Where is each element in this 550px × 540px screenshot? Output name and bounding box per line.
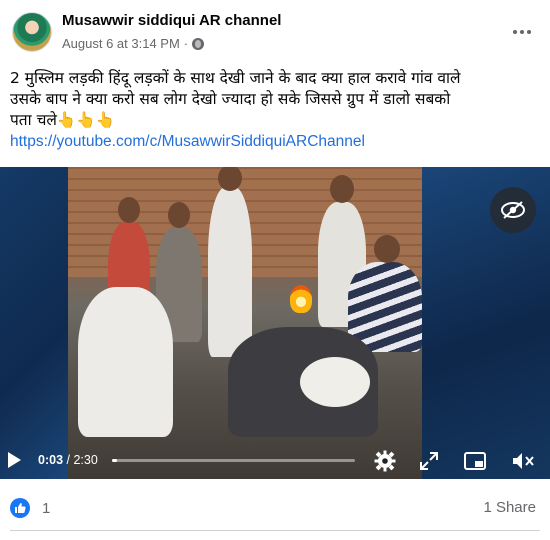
post-text: 2 मुस्लिम लड़की हिंदू लड़कों के साथ देखी…: [10, 68, 542, 131]
reactions-summary[interactable]: 1: [10, 498, 50, 518]
video-figure-head: [330, 175, 354, 203]
like-icon: [10, 498, 30, 518]
post-header: Musawwir siddiqui AR channel August 6 at…: [0, 0, 550, 64]
video-time: 0:03 / 2:30: [38, 453, 98, 467]
like-count: 1: [42, 499, 51, 517]
picture-in-picture-icon[interactable]: [462, 448, 488, 474]
video-background-left: [0, 167, 68, 479]
post-meta: August 6 at 3:14 PM ·: [62, 36, 205, 51]
globe-icon: [192, 37, 205, 50]
author-name[interactable]: Musawwir siddiqui AR channel: [62, 12, 281, 29]
video-fire: [290, 285, 312, 313]
timestamp[interactable]: August 6 at 3:14 PM: [62, 36, 180, 51]
video-figure: [208, 187, 252, 357]
facebook-post: Musawwir siddiqui AR channel August 6 at…: [0, 0, 550, 540]
video-figure: [78, 287, 173, 437]
eye-hidden-icon[interactable]: [490, 187, 536, 233]
video-figure-head: [168, 202, 190, 228]
video-player[interactable]: 0:03 / 2:30: [0, 167, 550, 479]
video-figure-head: [374, 235, 400, 263]
video-figure-head: [118, 197, 140, 223]
video-progress-bar[interactable]: [112, 459, 355, 462]
total-time: 2:30: [73, 453, 98, 467]
post-text-line: 2 मुस्लिम लड़की हिंदू लड़कों के साथ देखी…: [10, 69, 461, 87]
video-figure-cap: [300, 357, 370, 407]
mute-icon[interactable]: [510, 448, 536, 474]
video-controls: 0:03 / 2:30: [0, 443, 550, 479]
divider: [10, 530, 540, 531]
meta-separator: ·: [183, 36, 189, 51]
video-progress-fill: [112, 459, 117, 462]
current-time: 0:03: [38, 453, 64, 467]
post-text-line: पता चले👆👆👆: [10, 111, 115, 129]
time-separator: /: [63, 453, 74, 467]
share-count[interactable]: 1 Share: [483, 499, 536, 516]
avatar[interactable]: [12, 12, 52, 52]
post-text-line: उसके बाप ने क्या करो सब लोग देखो ज्यादा …: [10, 90, 451, 108]
video-frame: [68, 167, 422, 479]
fullscreen-expand-icon[interactable]: [416, 448, 442, 474]
more-options-icon[interactable]: [508, 18, 536, 46]
settings-icon[interactable]: [372, 448, 398, 474]
youtube-link[interactable]: https://youtube.com/c/MusawwirSiddiquiAR…: [10, 133, 365, 151]
play-icon[interactable]: [8, 452, 21, 468]
